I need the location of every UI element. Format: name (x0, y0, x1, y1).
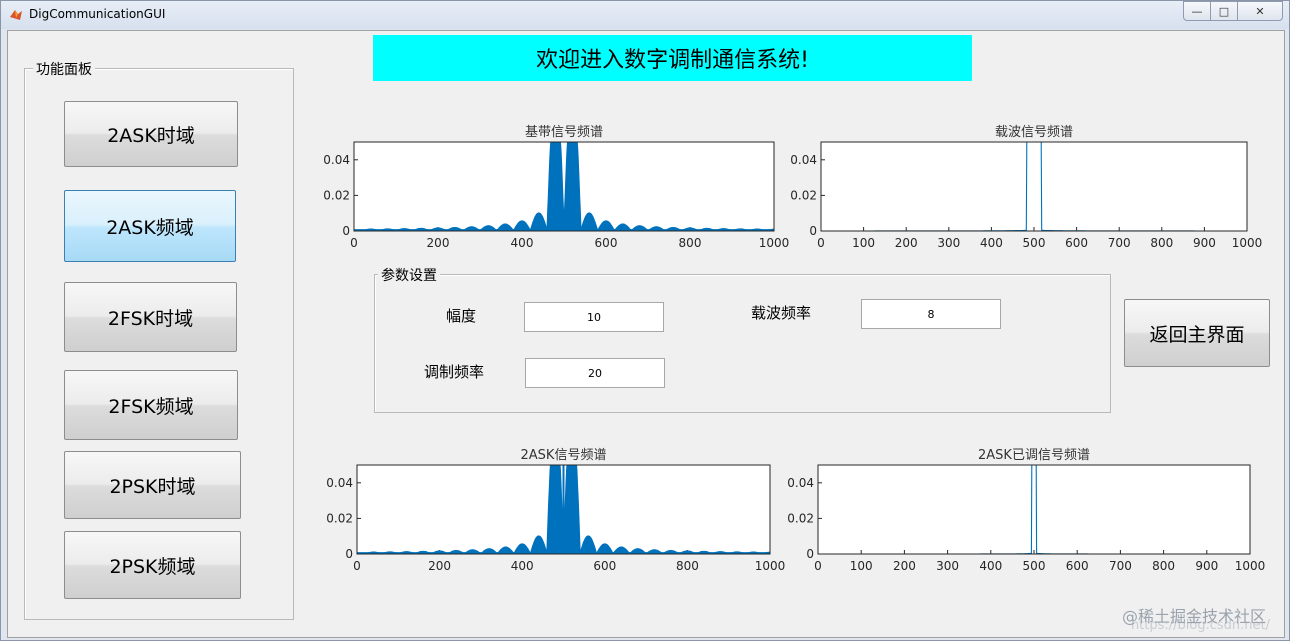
carrier-freq-input[interactable]: 8 (861, 299, 1001, 329)
x-tick-label: 200 (427, 236, 450, 250)
param-panel-title: 参数设置 (378, 265, 440, 285)
x-tick-label: 200 (893, 559, 916, 573)
x-tick-label: 800 (679, 236, 702, 250)
minimize-icon: — (1191, 4, 1203, 18)
x-tick-label: 800 (1150, 236, 1173, 250)
carrier-freq-label: 载波频率 (751, 304, 812, 322)
matlab-icon (10, 10, 22, 20)
x-tick-label: 900 (1193, 236, 1216, 250)
y-tick-label: 0.04 (323, 153, 350, 167)
y-tick-label: 0.02 (787, 511, 814, 525)
watermark: @稀土掘金技术社区 (1121, 607, 1266, 626)
chart-baseband-spectrum: 0 200 400 600 800 100000.020.04 (323, 141, 789, 250)
mod-freq-input[interactable]: 20 (525, 358, 665, 388)
app-window: DigCommunicationGUI — □ ✕ 功能面板 2ASK时域 2A… (0, 0, 1290, 641)
ask-time-button[interactable]: 2ASK时域 (64, 101, 238, 167)
x-tick-label: 200 (895, 236, 918, 250)
x-tick-label: 300 (936, 559, 959, 573)
x-tick-label: 0 (817, 236, 825, 250)
x-tick-label: 600 (595, 236, 618, 250)
chart-2ask-modulated-spectrum: 0 100 200 300 400 500 600 700 800 900 1000 0 0.02 0.0… (787, 464, 1266, 573)
spectrum-lobe (546, 465, 565, 554)
x-tick-label: 400 (511, 236, 534, 250)
x-tick-label: 800 (676, 559, 699, 573)
x-tick-label: 0 (814, 559, 822, 573)
spectrum-lobe (563, 142, 582, 231)
minimize-button[interactable]: — (1183, 1, 1211, 21)
x-tick-label: 0 (350, 236, 358, 250)
y-tick-label: 0.04 (790, 153, 817, 167)
chart-carrier-spectrum: 0 100 200 300 400 500 600 700 800 900 1000 0 0.02 0.0… (790, 141, 1262, 250)
mod-freq-label: 调制频率 (424, 363, 485, 381)
plot-area (817, 464, 1251, 555)
maximize-button[interactable]: □ (1210, 1, 1238, 21)
x-tick-label: 800 (1152, 559, 1175, 573)
psk-freq-button[interactable]: 2PSK频域 (64, 531, 241, 599)
window-controls: — □ ✕ (1183, 1, 1283, 21)
x-tick-label: 400 (979, 559, 1002, 573)
x-tick-label: 500 (1023, 236, 1046, 250)
param-panel: 参数设置 (374, 265, 1111, 413)
close-icon: ✕ (1255, 4, 1265, 18)
maximize-icon: □ (1218, 4, 1230, 18)
x-tick-label: 100 (852, 236, 875, 250)
x-tick-label: 400 (980, 236, 1003, 250)
title-bar[interactable]: DigCommunicationGUI — □ ✕ (1, 1, 1289, 29)
x-tick-label: 700 (1108, 236, 1131, 250)
function-panel-title: 功能面板 (33, 59, 95, 79)
x-tick-label: 400 (511, 559, 534, 573)
x-tick-label: 500 (1023, 559, 1046, 573)
psk-time-button[interactable]: 2PSK时域 (64, 451, 241, 519)
spectrum-lobe (562, 465, 581, 554)
y-tick-label: 0.02 (790, 188, 817, 202)
x-tick-label: 600 (1065, 236, 1088, 250)
fsk-freq-button[interactable]: 2FSK频域 (64, 370, 238, 440)
y-tick-label: 0 (806, 547, 814, 561)
x-tick-label: 100 (850, 559, 873, 573)
x-tick-label: 1000 (1232, 236, 1263, 250)
x-tick-label: 0 (353, 559, 361, 573)
x-tick-label: 1000 (1235, 559, 1266, 573)
window-title: DigCommunicationGUI (29, 7, 166, 21)
y-tick-label: 0.04 (787, 476, 814, 490)
y-tick-label: 0.04 (326, 476, 353, 490)
x-tick-label: 200 (428, 559, 451, 573)
y-tick-label: 0 (809, 224, 817, 238)
spectrum-lobe (546, 142, 565, 231)
amplitude-label: 幅度 (446, 307, 477, 325)
chart-2ask-spectrum: 0 200 400 600 800 100000.020.04 (326, 464, 785, 573)
y-tick-label: 0 (345, 547, 353, 561)
x-tick-label: 600 (1066, 559, 1089, 573)
plot-area (820, 141, 1248, 232)
welcome-banner: 欢迎进入数字调制通信系统! (373, 35, 972, 81)
y-tick-label: 0 (342, 224, 350, 238)
fsk-time-button[interactable]: 2FSK时域 (64, 282, 237, 352)
x-tick-label: 600 (593, 559, 616, 573)
x-tick-label: 700 (1109, 559, 1132, 573)
x-tick-label: 300 (937, 236, 960, 250)
amplitude-input[interactable]: 10 (524, 302, 664, 332)
close-button[interactable]: ✕ (1237, 1, 1283, 21)
back-to-main-button[interactable]: 返回主界面 (1124, 299, 1270, 367)
figure-area: 功能面板 2ASK时域 2ASK频域 2FSK时域 2FSK频域 2PSK时域 … (7, 30, 1285, 638)
x-tick-label: 900 (1195, 559, 1218, 573)
y-tick-label: 0.02 (326, 511, 353, 525)
ask-freq-button[interactable]: 2ASK频域 (64, 190, 236, 262)
y-tick-label: 0.02 (323, 188, 350, 202)
